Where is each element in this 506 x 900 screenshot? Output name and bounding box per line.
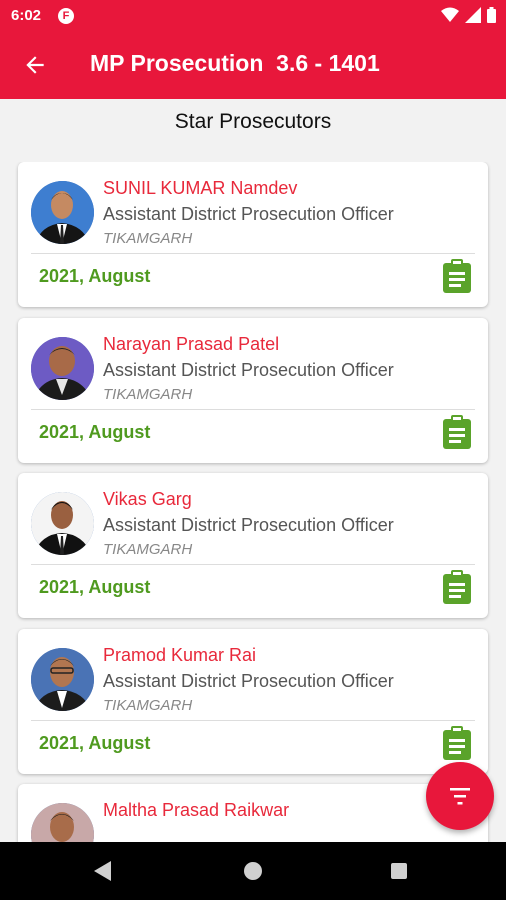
divider — [31, 564, 475, 565]
prosecutor-designation: Assistant District Prosecution Officer — [103, 671, 394, 691]
page-title: Star Prosecutors — [174, 110, 332, 133]
prosecutor-name: Vikas Garg — [103, 489, 192, 509]
award-month: 2021, August — [39, 422, 151, 442]
navigation-bar — [0, 842, 506, 900]
prosecutor-district: TIKAMGARH — [103, 386, 193, 403]
avatar — [31, 181, 94, 244]
filter-icon — [450, 788, 470, 805]
nav-recents-icon[interactable] — [391, 863, 407, 879]
status-bar: 6:02 F — [0, 0, 506, 32]
clipboard-icon[interactable] — [442, 415, 472, 449]
list-item[interactable]: Vikas Garg Assistant District Prosecutio… — [18, 473, 488, 618]
list-item[interactable]: SUNIL KUMAR Namdev Assistant District Pr… — [18, 162, 488, 307]
battery-icon — [487, 7, 496, 23]
divider — [31, 253, 475, 254]
prosecutor-district: TIKAMGARH — [103, 697, 193, 714]
prosecutor-name: Pramod Kumar Rai — [103, 645, 257, 665]
list-item[interactable]: Maltha Prasad Raikwar — [18, 784, 488, 842]
status-icons — [441, 7, 496, 23]
award-month: 2021, August — [39, 266, 151, 286]
award-month: 2021, August — [39, 733, 151, 753]
list-item[interactable]: Narayan Prasad Patel Assistant District … — [18, 318, 488, 463]
prosecutor-designation: Assistant District Prosecution Officer — [103, 204, 394, 224]
list-item[interactable]: Pramod Kumar Rai Assistant District Pros… — [18, 629, 488, 774]
clipboard-icon[interactable] — [442, 259, 472, 293]
nav-back-icon[interactable] — [94, 861, 112, 881]
avatar — [31, 648, 94, 711]
award-month: 2021, August — [39, 577, 151, 597]
clipboard-icon[interactable] — [442, 726, 472, 760]
divider — [31, 720, 475, 721]
prosecutor-list[interactable]: SUNIL KUMAR Namdev Assistant District Pr… — [0, 162, 506, 842]
signal-icon — [465, 7, 481, 23]
avatar — [31, 337, 94, 400]
prosecutor-designation: Assistant District Prosecution Officer — [103, 515, 394, 535]
nav-home-icon[interactable] — [244, 862, 262, 880]
filter-button[interactable] — [426, 762, 494, 830]
notification-icon: F — [58, 8, 74, 24]
prosecutor-name: Maltha Prasad Raikwar — [103, 800, 290, 820]
avatar — [31, 803, 94, 842]
arrow-left-icon[interactable] — [22, 52, 48, 78]
app-title: MP Prosecution 3.6 - 1401 — [90, 50, 380, 76]
avatar — [31, 492, 94, 555]
clipboard-icon[interactable] — [442, 570, 472, 604]
prosecutor-designation: Assistant District Prosecution Officer — [103, 360, 394, 380]
prosecutor-name: Narayan Prasad Patel — [103, 334, 280, 354]
wifi-icon — [441, 7, 459, 22]
status-time: 6:02 — [11, 7, 42, 24]
prosecutor-district: TIKAMGARH — [103, 230, 193, 247]
app-bar: MP Prosecution 3.6 - 1401 — [0, 32, 506, 99]
prosecutor-district: TIKAMGARH — [103, 541, 193, 558]
prosecutor-name: SUNIL KUMAR Namdev — [103, 178, 298, 198]
divider — [31, 409, 475, 410]
